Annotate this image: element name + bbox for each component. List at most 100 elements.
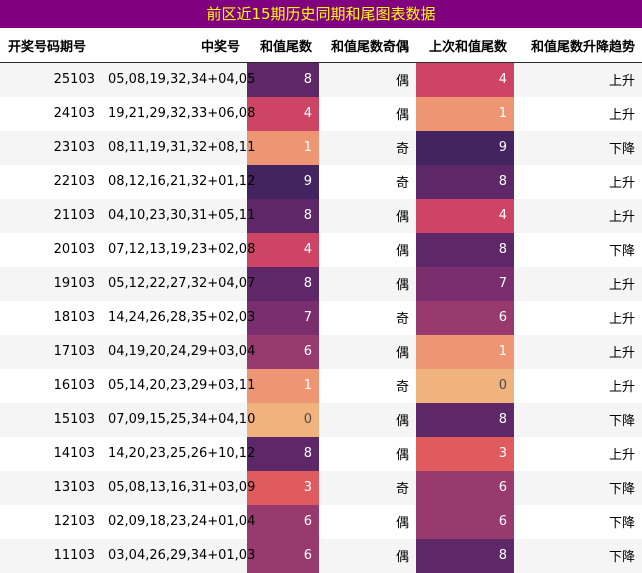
cell-trend: 上升 (514, 164, 642, 199)
cell-issue: 19103 (0, 266, 101, 301)
cell-sum-tail: 8 (247, 62, 319, 97)
cell-parity: 偶 (319, 436, 416, 471)
cell-prev-tail: 7 (416, 266, 514, 301)
cell-parity: 奇 (319, 164, 416, 199)
cell-parity: 偶 (319, 266, 416, 301)
cell-parity: 偶 (319, 96, 416, 131)
table-row: 21103 04,10,23,30,31+05,11 8 偶 4 上升 (0, 198, 642, 233)
cell-trend: 上升 (514, 96, 642, 131)
cell-numbers: 04,10,23,30,31+05,11 (101, 198, 255, 233)
cell-sum-tail: 1 (247, 130, 319, 165)
cell-numbers: 05,14,20,23,29+03,11 (101, 368, 255, 403)
cell-numbers: 19,21,29,32,33+06,08 (101, 96, 255, 131)
cell-numbers: 08,12,16,21,32+01,12 (101, 164, 255, 199)
cell-parity: 偶 (319, 504, 416, 539)
cell-numbers: 05,08,13,16,31+03,09 (101, 470, 255, 505)
cell-trend: 下降 (514, 232, 642, 267)
cell-prev-tail: 9 (416, 130, 514, 165)
table-row: 12103 02,09,18,23,24+01,04 6 偶 6 下降 (0, 504, 642, 539)
cell-issue: 25103 (0, 62, 101, 97)
cell-issue: 18103 (0, 300, 101, 335)
cell-trend: 上升 (514, 62, 642, 97)
cell-prev-tail: 8 (416, 538, 514, 573)
cell-prev-tail: 0 (416, 368, 514, 403)
cell-issue: 13103 (0, 470, 101, 505)
cell-sum-tail: 8 (247, 198, 319, 233)
cell-trend: 下降 (514, 402, 642, 437)
table-row: 25103 05,08,19,32,34+04,05 8 偶 4 上升 (0, 62, 642, 97)
table-row: 23103 08,11,19,31,32+08,11 1 奇 9 下降 (0, 130, 642, 165)
cell-issue: 23103 (0, 130, 101, 165)
cell-parity: 奇 (319, 300, 416, 335)
cell-sum-tail: 4 (247, 96, 319, 131)
table-row: 19103 05,12,22,27,32+04,07 8 偶 7 上升 (0, 266, 642, 301)
cell-numbers: 07,12,13,19,23+02,08 (101, 232, 255, 267)
column-header-prev-tail[interactable]: 上次和值尾数 (416, 28, 514, 63)
cell-numbers: 08,11,19,31,32+08,11 (101, 130, 255, 165)
cell-parity: 偶 (319, 198, 416, 233)
cell-issue: 16103 (0, 368, 101, 403)
cell-trend: 上升 (514, 436, 642, 471)
cell-parity: 偶 (319, 62, 416, 97)
cell-issue: 20103 (0, 232, 101, 267)
cell-sum-tail: 1 (247, 368, 319, 403)
column-header-numbers[interactable]: 中奖号 (101, 28, 247, 63)
cell-prev-tail: 1 (416, 334, 514, 369)
cell-prev-tail: 6 (416, 504, 514, 539)
cell-parity: 奇 (319, 470, 416, 505)
table-row: 16103 05,14,20,23,29+03,11 1 奇 0 上升 (0, 368, 642, 403)
cell-numbers: 14,24,26,28,35+02,03 (101, 300, 255, 335)
cell-trend: 上升 (514, 266, 642, 301)
cell-issue: 15103 (0, 402, 101, 437)
column-header-issue[interactable]: 开奖号码期号 (0, 28, 101, 63)
history-table: 开奖号码期号 中奖号 和值尾数 和值尾数奇偶 上次和值尾数 和值尾数升降趋势 2… (0, 28, 642, 573)
cell-trend: 上升 (514, 334, 642, 369)
cell-issue: 21103 (0, 198, 101, 233)
cell-issue: 17103 (0, 334, 101, 369)
cell-parity: 偶 (319, 232, 416, 267)
column-header-trend[interactable]: 和值尾数升降趋势 (514, 28, 642, 63)
cell-prev-tail: 1 (416, 96, 514, 131)
cell-sum-tail: 6 (247, 334, 319, 369)
cell-sum-tail: 7 (247, 300, 319, 335)
table-row: 22103 08,12,16,21,32+01,12 9 奇 8 上升 (0, 164, 642, 199)
cell-prev-tail: 8 (416, 232, 514, 267)
table-row: 24103 19,21,29,32,33+06,08 4 偶 1 上升 (0, 96, 642, 131)
cell-prev-tail: 4 (416, 198, 514, 233)
column-header-parity[interactable]: 和值尾数奇偶 (319, 28, 416, 63)
cell-parity: 偶 (319, 538, 416, 573)
cell-issue: 14103 (0, 436, 101, 471)
cell-prev-tail: 8 (416, 402, 514, 437)
cell-sum-tail: 4 (247, 232, 319, 267)
table-row: 20103 07,12,13,19,23+02,08 4 偶 8 下降 (0, 232, 642, 267)
cell-numbers: 14,20,23,25,26+10,12 (101, 436, 255, 471)
cell-trend: 下降 (514, 130, 642, 165)
table-row: 18103 14,24,26,28,35+02,03 7 奇 6 上升 (0, 300, 642, 335)
cell-numbers: 05,12,22,27,32+04,07 (101, 266, 255, 301)
cell-issue: 11103 (0, 538, 101, 573)
cell-numbers: 03,04,26,29,34+01,03 (101, 538, 255, 573)
table-body: 25103 05,08,19,32,34+04,05 8 偶 4 上升 24103 19,21… (0, 62, 642, 573)
table-row: 17103 04,19,20,24,29+03,04 6 偶 1 上升 (0, 334, 642, 369)
table-row: 14103 14,20,23,25,26+10,12 8 偶 3 上升 (0, 436, 642, 471)
cell-sum-tail: 9 (247, 164, 319, 199)
cell-numbers: 05,08,19,32,34+04,05 (101, 62, 255, 97)
cell-parity: 偶 (319, 334, 416, 369)
cell-numbers: 04,19,20,24,29+03,04 (101, 334, 255, 369)
cell-parity: 偶 (319, 402, 416, 437)
header-row: 开奖号码期号 中奖号 和值尾数 和值尾数奇偶 上次和值尾数 和值尾数升降趋势 (0, 28, 642, 63)
table-row: 11103 03,04,26,29,34+01,03 6 偶 8 下降 (0, 538, 642, 573)
cell-parity: 奇 (319, 130, 416, 165)
cell-issue: 22103 (0, 164, 101, 199)
cell-issue: 12103 (0, 504, 101, 539)
cell-prev-tail: 3 (416, 436, 514, 471)
cell-sum-tail: 0 (247, 402, 319, 437)
cell-sum-tail: 8 (247, 436, 319, 471)
cell-issue: 24103 (0, 96, 101, 131)
cell-parity: 奇 (319, 368, 416, 403)
column-header-sum-tail[interactable]: 和值尾数 (247, 28, 319, 63)
cell-prev-tail: 8 (416, 164, 514, 199)
table-title: 前区近15期历史同期和尾图表数据 (0, 0, 642, 28)
cell-trend: 下降 (514, 504, 642, 539)
cell-trend: 上升 (514, 368, 642, 403)
